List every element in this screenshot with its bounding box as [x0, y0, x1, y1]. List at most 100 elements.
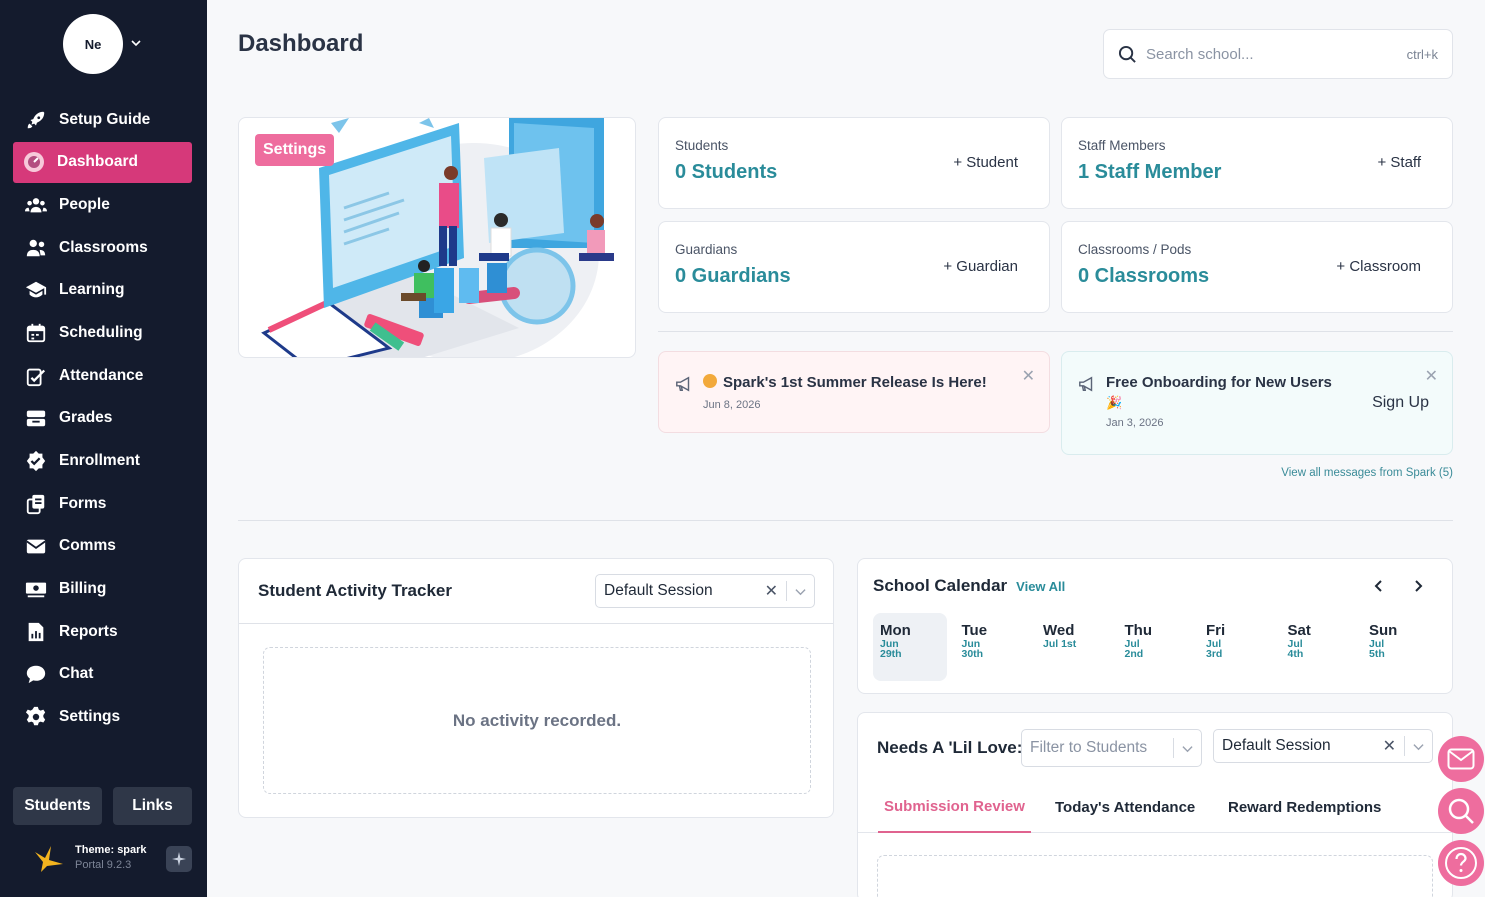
day-name: Sat: [1287, 622, 1311, 639]
avatar[interactable]: Ne: [63, 14, 123, 74]
calendar-day[interactable]: Tue Jun 30th: [955, 613, 1029, 681]
select-placeholder: Filter to Students: [1030, 739, 1148, 756]
party-popper-icon: 🎉: [1106, 395, 1123, 410]
links-button[interactable]: Links: [113, 787, 192, 825]
sidebar: Ne Setup Guide Dashboard People Classroo…: [0, 0, 207, 897]
day-name: Tue: [961, 622, 988, 639]
view-all-calendar-link[interactable]: View All: [1016, 579, 1065, 594]
section-title: Student Activity Tracker: [258, 581, 452, 600]
user-menu[interactable]: Ne: [63, 14, 141, 74]
stat-card-staff[interactable]: Staff Members 1 Staff Member + Staff: [1061, 117, 1453, 209]
calendar-day[interactable]: Mon Jun 29th: [873, 613, 947, 681]
clipboard-check-icon: [24, 364, 48, 388]
session-select[interactable]: Default Session ✕: [595, 574, 815, 608]
chevron-left-icon[interactable]: [1372, 579, 1386, 593]
sidebar-item-forms[interactable]: Forms: [13, 483, 192, 524]
sidebar-item-label: Enrollment: [59, 452, 140, 469]
theme-label: Theme:: [75, 844, 115, 856]
stat-card-students[interactable]: Students 0 Students + Student: [658, 117, 1050, 209]
message-card-summer-release[interactable]: Spark's 1st Summer Release Is Here! Jun …: [658, 351, 1050, 433]
close-icon[interactable]: ✕: [1425, 366, 1438, 386]
settings-button[interactable]: Settings: [255, 134, 335, 166]
divider: [658, 331, 1453, 332]
add-student-button[interactable]: + Student: [953, 154, 1018, 171]
dashboard-icon: [22, 150, 46, 174]
sidebar-item-grades[interactable]: Grades: [13, 398, 192, 439]
sidebar-item-reports[interactable]: Reports: [13, 611, 192, 652]
add-guardian-button[interactable]: + Guardian: [943, 258, 1018, 275]
sidebar-item-attendance[interactable]: Attendance: [13, 355, 192, 396]
sidebar-item-scheduling[interactable]: Scheduling: [13, 312, 192, 353]
section-title: Needs A 'Lil Love:: [877, 738, 1023, 757]
calendar-day[interactable]: Fri Jul 3rd: [1199, 613, 1273, 681]
megaphone-icon: [676, 376, 690, 392]
day-date: 5th: [1369, 648, 1385, 660]
empty-state-box: [877, 855, 1433, 897]
sidebar-item-dashboard[interactable]: Dashboard: [13, 141, 192, 183]
clear-icon[interactable]: ✕: [765, 581, 778, 601]
sidebar-item-setup-guide[interactable]: Setup Guide: [13, 99, 192, 140]
chat-icon: [24, 662, 48, 686]
hero-illustration-card: Settings: [238, 117, 636, 358]
chevron-right-icon[interactable]: [1411, 579, 1425, 593]
tabs: Submission Review Today's Attendance Rew…: [858, 781, 1452, 833]
sidebar-item-settings[interactable]: Settings: [13, 697, 192, 738]
tab-todays-attendance[interactable]: Today's Attendance: [1055, 781, 1195, 833]
separator: [786, 581, 787, 601]
chevron-down-icon[interactable]: [1413, 741, 1424, 752]
sidebar-item-people[interactable]: People: [13, 184, 192, 225]
calendar-day[interactable]: Thu Jul 2nd: [1118, 613, 1192, 681]
add-staff-button[interactable]: + Staff: [1377, 154, 1421, 171]
day-date: 2nd: [1124, 648, 1144, 660]
sidebar-item-learning[interactable]: Learning: [13, 270, 192, 311]
separator: [1404, 736, 1405, 756]
tab-reward-redemptions[interactable]: Reward Redemptions: [1228, 781, 1381, 833]
calendar-day[interactable]: Wed Jul 1st: [1036, 613, 1110, 681]
stat-card-classrooms[interactable]: Classrooms / Pods 0 Classrooms + Classro…: [1061, 221, 1453, 313]
chevron-down-icon[interactable]: [795, 586, 806, 597]
section-title: School Calendar: [873, 576, 1008, 595]
sidebar-item-label: Reports: [59, 622, 118, 640]
add-classroom-button[interactable]: + Classroom: [1336, 258, 1421, 275]
sidebar-bottom-buttons: Students Links: [13, 787, 192, 825]
stat-card-guardians[interactable]: Guardians 0 Guardians + Guardian: [658, 221, 1050, 313]
tab-submission-review[interactable]: Submission Review: [878, 781, 1031, 833]
help-icon: [1445, 847, 1477, 879]
sidebar-item-label: Classrooms: [59, 238, 148, 256]
school-calendar: School Calendar View All Mon Jun 29th Tue J…: [857, 558, 1453, 694]
sign-up-link[interactable]: Sign Up: [1372, 394, 1429, 412]
day-name: Thu: [1124, 622, 1153, 639]
theme-sparkle-button[interactable]: [166, 846, 192, 872]
chart-file-icon: [24, 620, 48, 644]
calendar-day[interactable]: Sun Jul 5th: [1362, 613, 1436, 681]
sidebar-item-label: Comms: [59, 537, 116, 555]
sidebar-item-billing[interactable]: Billing: [13, 569, 192, 610]
message-card-onboarding[interactable]: Free Onboarding for New Users 🎉 Jan 3, 2…: [1061, 351, 1453, 455]
needs-lil-love-panel: Needs A 'Lil Love: Filter to Students De…: [857, 712, 1453, 897]
message-date: Jun 8, 2026: [703, 399, 761, 411]
filter-students-select[interactable]: Filter to Students: [1021, 729, 1202, 767]
sidebar-item-label: Grades: [59, 409, 113, 427]
sidebar-item-enrollment[interactable]: Enrollment: [13, 441, 192, 482]
view-all-messages-link[interactable]: View all messages from Spark (5): [1281, 467, 1453, 479]
help-fab[interactable]: [1438, 840, 1484, 886]
session-select[interactable]: Default Session ✕: [1213, 729, 1433, 763]
sidebar-item-label: Billing: [59, 580, 107, 598]
sidebar-item-classrooms[interactable]: Classrooms: [13, 227, 192, 268]
students-button[interactable]: Students: [13, 787, 102, 825]
calendar-day[interactable]: Sat Jul 4th: [1281, 613, 1355, 681]
classroom-icon: [24, 236, 48, 260]
badge-check-icon: [24, 449, 48, 473]
chevron-down-icon[interactable]: [1182, 743, 1193, 754]
sidebar-item-comms[interactable]: Comms: [13, 526, 192, 567]
clear-icon[interactable]: ✕: [1383, 736, 1396, 756]
search-input[interactable]: Search school... ctrl+k: [1103, 29, 1453, 79]
rocket-icon: [24, 108, 48, 132]
chevron-down-icon[interactable]: [131, 38, 141, 48]
sidebar-item-chat[interactable]: Chat: [13, 654, 192, 695]
close-icon[interactable]: ✕: [1022, 366, 1035, 386]
megaphone-icon: [1079, 376, 1093, 392]
search-fab[interactable]: [1438, 788, 1484, 834]
messages-fab[interactable]: [1438, 736, 1484, 782]
sidebar-nav: Setup Guide Dashboard People Classrooms …: [13, 99, 192, 739]
